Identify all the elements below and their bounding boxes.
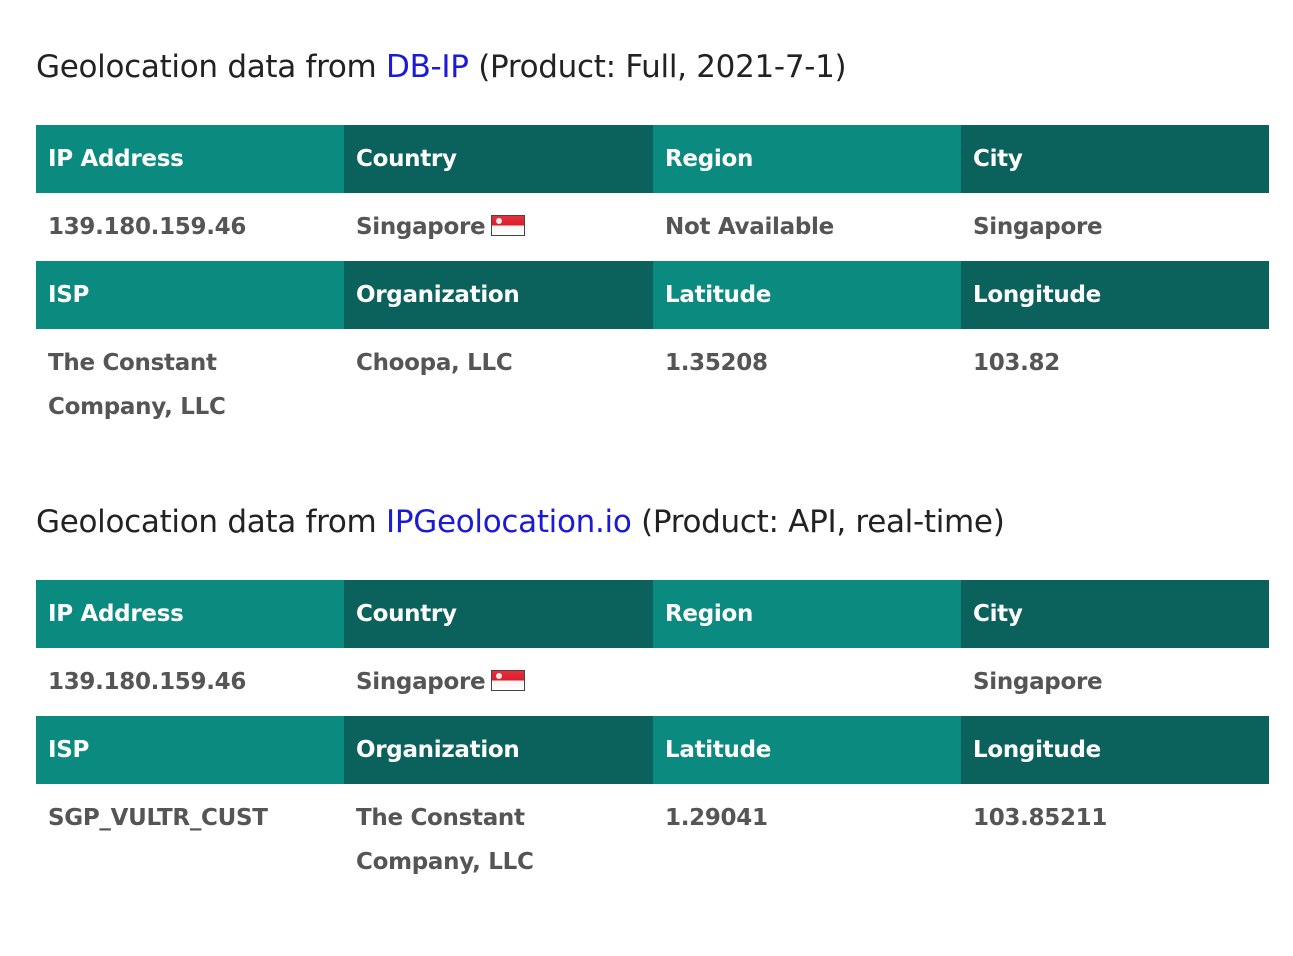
value-longitude: 103.85211 [973,805,1108,831]
header-row: ISP Organization Latitude Longitude [36,716,1269,784]
header-longitude: Longitude [961,261,1269,329]
header-row: ISP Organization Latitude Longitude [36,261,1269,329]
value-country: Singapore [356,214,486,240]
value-longitude: 103.82 [973,350,1060,376]
value-region: Not Available [665,214,834,240]
source-link-ipgeolocation[interactable]: IPGeolocation.io [386,504,632,540]
source-link-dbip[interactable]: DB-IP [386,49,469,85]
value-isp: SGP_VULTR_CUST [48,805,268,831]
header-organization: Organization [344,261,653,329]
value-ip-address: 139.180.159.46 [48,214,247,240]
header-isp: ISP [36,716,344,784]
value-latitude: 1.35208 [665,350,768,376]
heading-suffix: (Product: API, real-time) [631,504,1005,540]
heading-suffix: (Product: Full, 2021-7-1) [468,49,847,85]
header-row: IP Address Country Region City [36,125,1269,193]
section-heading: Geolocation data from DB-IP (Product: Fu… [36,42,1269,92]
value-city: Singapore [973,669,1103,695]
header-latitude: Latitude [653,261,961,329]
geolocation-section-dbip: Geolocation data from DB-IP (Product: Fu… [36,42,1269,420]
header-country: Country [344,580,653,648]
header-city: City [961,125,1269,193]
value-region [653,648,961,716]
value-country-cell: Singapore [344,648,653,716]
value-latitude: 1.29041 [665,805,768,831]
header-longitude: Longitude [961,716,1269,784]
header-ip-address: IP Address [36,125,344,193]
value-row: SGP_VULTR_CUST The Constant Company, LLC… [36,784,1269,896]
value-row: The Constant Company, LLC Choopa, LLC 1.… [36,329,1269,441]
geolocation-section-ipgeolocation: Geolocation data from IPGeolocation.io (… [36,497,1269,875]
header-country: Country [344,125,653,193]
value-ip-address: 139.180.159.46 [48,669,247,695]
header-organization: Organization [344,716,653,784]
header-region: Region [653,580,961,648]
value-organization: Choopa, LLC [356,350,513,376]
value-country: Singapore [356,669,486,695]
singapore-flag-icon [491,215,526,236]
value-isp: The Constant Company, LLC [48,350,226,420]
geolocation-table: IP Address Country Region City 139.180.1… [36,580,1269,896]
value-country-cell: Singapore [344,193,653,261]
value-row: 139.180.159.46 Singapore Singapore [36,648,1269,716]
header-ip-address: IP Address [36,580,344,648]
value-organization: The Constant Company, LLC [356,805,534,875]
header-latitude: Latitude [653,716,961,784]
section-heading: Geolocation data from IPGeolocation.io (… [36,497,1269,547]
singapore-flag-icon [491,670,526,691]
header-city: City [961,580,1269,648]
geolocation-table: IP Address Country Region City 139.180.1… [36,125,1269,441]
header-row: IP Address Country Region City [36,580,1269,648]
value-row: 139.180.159.46 Singapore Not Available S… [36,193,1269,261]
heading-prefix: Geolocation data from [36,504,386,540]
value-city: Singapore [973,214,1103,240]
heading-prefix: Geolocation data from [36,49,386,85]
header-region: Region [653,125,961,193]
header-isp: ISP [36,261,344,329]
